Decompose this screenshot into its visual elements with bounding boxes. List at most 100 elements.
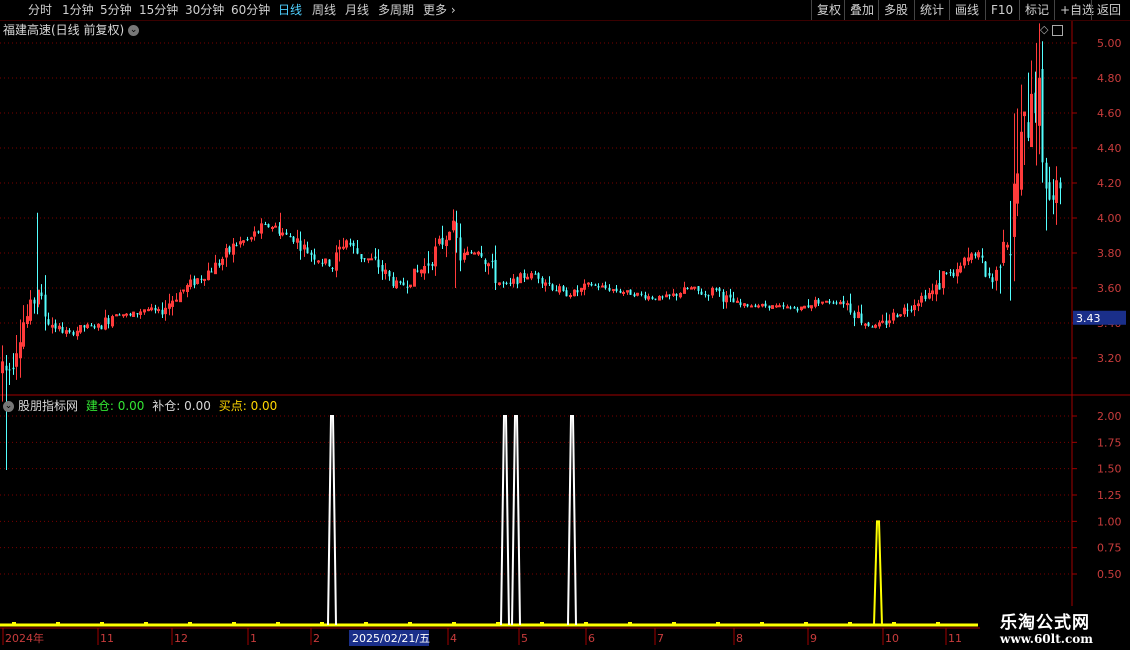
candle-body bbox=[644, 295, 647, 299]
candle-body bbox=[235, 245, 238, 247]
candle-body bbox=[122, 314, 125, 317]
indicator-dot bbox=[144, 622, 148, 624]
candle-body bbox=[210, 271, 213, 273]
candle-body bbox=[1009, 254, 1012, 256]
candle-body bbox=[849, 303, 852, 313]
x-axis-label: 8 bbox=[736, 632, 743, 645]
candle-body bbox=[502, 282, 505, 284]
candle-body bbox=[83, 325, 86, 328]
candle-body bbox=[402, 282, 405, 286]
tab-period-daily[interactable]: 日线 bbox=[278, 0, 302, 20]
indicator-dot bbox=[452, 622, 456, 624]
indicator-value-add: 0.00 bbox=[184, 399, 211, 413]
y-axis-label: 4.00 bbox=[1097, 212, 1122, 225]
candle-body bbox=[441, 237, 444, 245]
candle-body bbox=[587, 282, 590, 285]
candle-body bbox=[789, 307, 792, 309]
indicator-name: 股朋指标网 bbox=[18, 399, 79, 413]
candle-body bbox=[285, 232, 288, 235]
toolbar-btn-add-watchlist[interactable]: +自选 bbox=[1054, 0, 1094, 20]
y-axis-label: 3.60 bbox=[1097, 282, 1122, 295]
candle-body bbox=[775, 305, 778, 308]
candle-body bbox=[321, 262, 324, 264]
candle-body bbox=[661, 296, 664, 298]
candle-body bbox=[274, 225, 277, 228]
tab-period-3[interactable]: 15分钟 bbox=[139, 0, 178, 20]
candle-body bbox=[704, 294, 707, 296]
candle-body bbox=[551, 284, 554, 290]
candle-body bbox=[835, 302, 838, 304]
toolbar-btn-draw[interactable]: 画线 bbox=[949, 0, 979, 20]
toolbar-btn-mark[interactable]: 标记 bbox=[1019, 0, 1049, 20]
candle-body bbox=[264, 224, 267, 226]
x-axis-label: 2 bbox=[313, 632, 320, 645]
candle-body bbox=[910, 309, 913, 311]
toolbar-btn-stats[interactable]: 统计 bbox=[914, 0, 944, 20]
candle-body bbox=[370, 258, 373, 261]
candle-body bbox=[846, 303, 849, 306]
candle-body bbox=[924, 295, 927, 299]
candle-body bbox=[61, 327, 64, 333]
candle-body bbox=[757, 305, 760, 308]
candle-body bbox=[842, 301, 845, 305]
candle-body bbox=[107, 318, 110, 325]
indicator-dot bbox=[232, 622, 236, 624]
candle-body bbox=[200, 278, 203, 280]
candle-body bbox=[342, 246, 345, 249]
tab-period-9[interactable]: 多周期 bbox=[378, 0, 414, 20]
toolbar-btn-adjust[interactable]: 复权 bbox=[811, 0, 841, 20]
chevron-down-icon[interactable]: ⌄ bbox=[128, 25, 140, 36]
toolbar-btn-back[interactable]: 返回 bbox=[1091, 0, 1121, 20]
candle-body bbox=[807, 305, 810, 308]
diamond-icon[interactable]: ◇ bbox=[1040, 23, 1048, 36]
candle-body bbox=[885, 320, 888, 325]
candle-body bbox=[491, 260, 494, 262]
tab-period-2[interactable]: 5分钟 bbox=[100, 0, 132, 20]
tab-period-4[interactable]: 30分钟 bbox=[185, 0, 224, 20]
tab-period-7[interactable]: 周线 bbox=[312, 0, 336, 20]
candle-body bbox=[796, 308, 799, 311]
candle-body bbox=[754, 305, 757, 307]
stock-title: 福建高速(日线 前复权) bbox=[3, 23, 125, 37]
chevron-down-icon[interactable]: ⌄ bbox=[3, 401, 14, 412]
indicator-value-buy: 0.00 bbox=[250, 399, 278, 413]
candle-body bbox=[764, 303, 767, 307]
candle-body bbox=[817, 299, 820, 304]
candle-body bbox=[299, 240, 302, 251]
candle-body bbox=[949, 272, 952, 274]
candle-body bbox=[427, 263, 430, 266]
tab-period-0[interactable]: 分时 bbox=[28, 0, 52, 20]
x-axis-label: 2024年 bbox=[5, 631, 44, 645]
chart-canvas[interactable]: 5.004.804.604.404.204.003.803.603.403.20… bbox=[0, 0, 1130, 650]
candle-body bbox=[331, 267, 334, 269]
indicator-label-build: 建仓 bbox=[85, 399, 110, 413]
candle-body bbox=[718, 288, 721, 292]
layout-icon[interactable] bbox=[1051, 24, 1063, 36]
candle-body bbox=[68, 330, 71, 333]
toolbar-btn-multi[interactable]: 多股 bbox=[878, 0, 908, 20]
candle-body bbox=[1041, 68, 1044, 163]
candle-body bbox=[867, 322, 870, 326]
candle-body bbox=[356, 248, 359, 254]
watermark-title: 乐淘公式网 bbox=[1000, 613, 1090, 633]
candle-body bbox=[537, 273, 540, 279]
candle-body bbox=[984, 261, 987, 277]
tab-period-more[interactable]: 更多 › bbox=[423, 0, 456, 20]
candle-body bbox=[399, 281, 402, 283]
toolbar-btn-overlay[interactable]: 叠加 bbox=[844, 0, 874, 20]
y-axis-label: 4.40 bbox=[1097, 142, 1122, 155]
tab-period-8[interactable]: 月线 bbox=[345, 0, 369, 20]
candle-body bbox=[864, 323, 867, 326]
candle-body bbox=[470, 252, 473, 254]
tab-period-5[interactable]: 60分钟 bbox=[231, 0, 270, 20]
candle-body bbox=[1027, 122, 1030, 138]
candle-body bbox=[981, 255, 984, 258]
indicator-dot bbox=[100, 622, 104, 624]
x-axis-label: 7 bbox=[657, 632, 664, 645]
candle-body bbox=[125, 313, 128, 316]
candle-body bbox=[349, 242, 352, 245]
tab-period-1[interactable]: 1分钟 bbox=[62, 0, 94, 20]
toolbar-btn-f10[interactable]: F10 bbox=[985, 0, 1013, 20]
signal-spike bbox=[500, 415, 510, 626]
candle-body bbox=[612, 289, 615, 292]
